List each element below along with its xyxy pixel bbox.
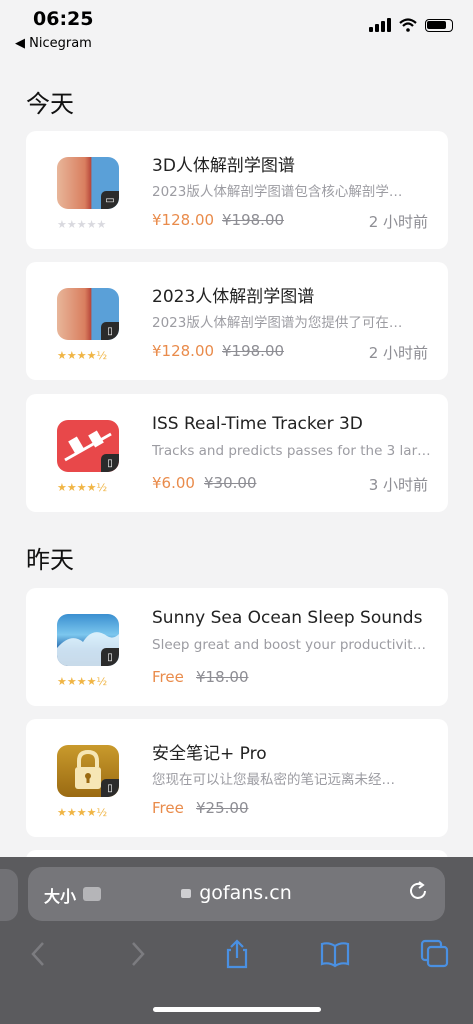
rating-stars: ★★★★★ xyxy=(57,218,107,231)
app-time-ago: 2 小时前 xyxy=(368,213,428,231)
app-card[interactable]: ▯ ★★★★½ ISS Real-Time Tracker 3D Tracks … xyxy=(26,394,448,512)
share-icon[interactable] xyxy=(222,939,252,969)
app-price: ¥6.00 xyxy=(152,474,195,492)
rating-stars: ★★★★½ xyxy=(57,481,108,494)
app-card[interactable]: ▯ ★★★★½ 2023人体解剖学图谱 2023版人体解剖学图谱为您提供了可在…… xyxy=(26,262,448,380)
app-price: ¥128.00 xyxy=(152,211,215,229)
back-to-app-link[interactable]: ◀ Nicegram xyxy=(15,36,92,51)
app-title: Sunny Sea Ocean Sleep Sounds xyxy=(152,608,423,628)
rating-stars: ★★★★½ xyxy=(57,349,108,362)
lock-icon xyxy=(181,889,192,898)
status-icons xyxy=(369,18,453,32)
iss-tracker-icon: ▯ xyxy=(57,420,119,472)
anatomy-face-icon: ▯ xyxy=(57,288,119,340)
app-card[interactable]: ▭ ★★★★★ 3D人体解剖学图谱 2023版人体解剖学图谱包含核心解剖学… ¥… xyxy=(26,131,448,249)
app-price: ¥128.00 xyxy=(152,342,215,360)
url-domain: gofans.cn xyxy=(199,882,292,904)
app-price: Free xyxy=(152,799,184,817)
padlock-icon: ▯ xyxy=(57,745,119,797)
section-title-today: 今天 xyxy=(26,90,74,118)
iphone-badge-icon: ▯ xyxy=(101,322,119,340)
back-icon[interactable] xyxy=(24,939,54,969)
app-time-ago: 2 小时前 xyxy=(368,344,428,362)
app-title: ISS Real-Time Tracker 3D xyxy=(152,414,363,434)
iphone-badge-icon: ▯ xyxy=(101,454,119,472)
cellular-signal-icon xyxy=(369,18,391,32)
app-original-price: ¥30.00 xyxy=(204,474,257,492)
app-title: 2023人体解剖学图谱 xyxy=(152,287,315,307)
app-original-price: ¥25.00 xyxy=(196,799,249,817)
app-description: 2023版人体解剖学图谱包含核心解剖学… xyxy=(152,184,403,200)
tabs-icon[interactable] xyxy=(420,939,450,969)
app-original-price: ¥198.00 xyxy=(222,342,285,360)
previous-tab-pill[interactable] xyxy=(0,869,18,921)
app-description: 2023版人体解剖学图谱为您提供了可在… xyxy=(152,315,403,331)
ocean-wave-icon: ▯ xyxy=(57,614,119,666)
status-time: 06:25 xyxy=(33,8,94,30)
iphone-badge-icon: ▯ xyxy=(101,779,119,797)
battery-icon xyxy=(425,18,453,32)
app-description: 您现在可以让您最私密的笔记远离未经… xyxy=(152,772,395,788)
app-time-ago: 3 小时前 xyxy=(368,476,428,494)
app-title: 安全笔记+ Pro xyxy=(152,744,267,764)
status-bar: 06:25 ◀ Nicegram xyxy=(0,0,473,58)
app-card[interactable]: ▯ ★★★★½ 安全笔记+ Pro 您现在可以让您最私密的笔记远离未经… Fre… xyxy=(26,719,448,837)
browser-toolbar: 大小 gofans.cn xyxy=(0,857,473,1024)
iphone-badge-icon: ▯ xyxy=(101,648,119,666)
wifi-icon xyxy=(399,18,417,32)
app-original-price: ¥198.00 xyxy=(222,211,285,229)
rating-stars: ★★★★½ xyxy=(57,806,108,819)
app-card[interactable]: ▯ ★★★★½ Sunny Sea Ocean Sleep Sounds Sle… xyxy=(26,588,448,706)
anatomy-face-icon: ▭ xyxy=(57,157,119,209)
ipad-badge-icon: ▭ xyxy=(101,191,119,209)
forward-icon[interactable] xyxy=(122,939,152,969)
rating-stars: ★★★★½ xyxy=(57,675,108,688)
app-original-price: ¥18.00 xyxy=(196,668,249,686)
app-description: Tracks and predicts passes for the 3 lar… xyxy=(152,443,431,459)
section-title-yesterday: 昨天 xyxy=(26,546,74,574)
address-bar[interactable]: 大小 gofans.cn xyxy=(28,867,445,921)
browser-nav-row xyxy=(0,939,473,979)
app-price: Free xyxy=(152,668,184,686)
home-indicator xyxy=(153,1007,321,1012)
app-description: Sleep great and boost your productivit… xyxy=(152,637,427,653)
app-title: 3D人体解剖学图谱 xyxy=(152,156,295,176)
reload-icon[interactable] xyxy=(407,880,429,902)
url-text: gofans.cn xyxy=(28,882,445,904)
bookmarks-icon[interactable] xyxy=(320,939,350,969)
